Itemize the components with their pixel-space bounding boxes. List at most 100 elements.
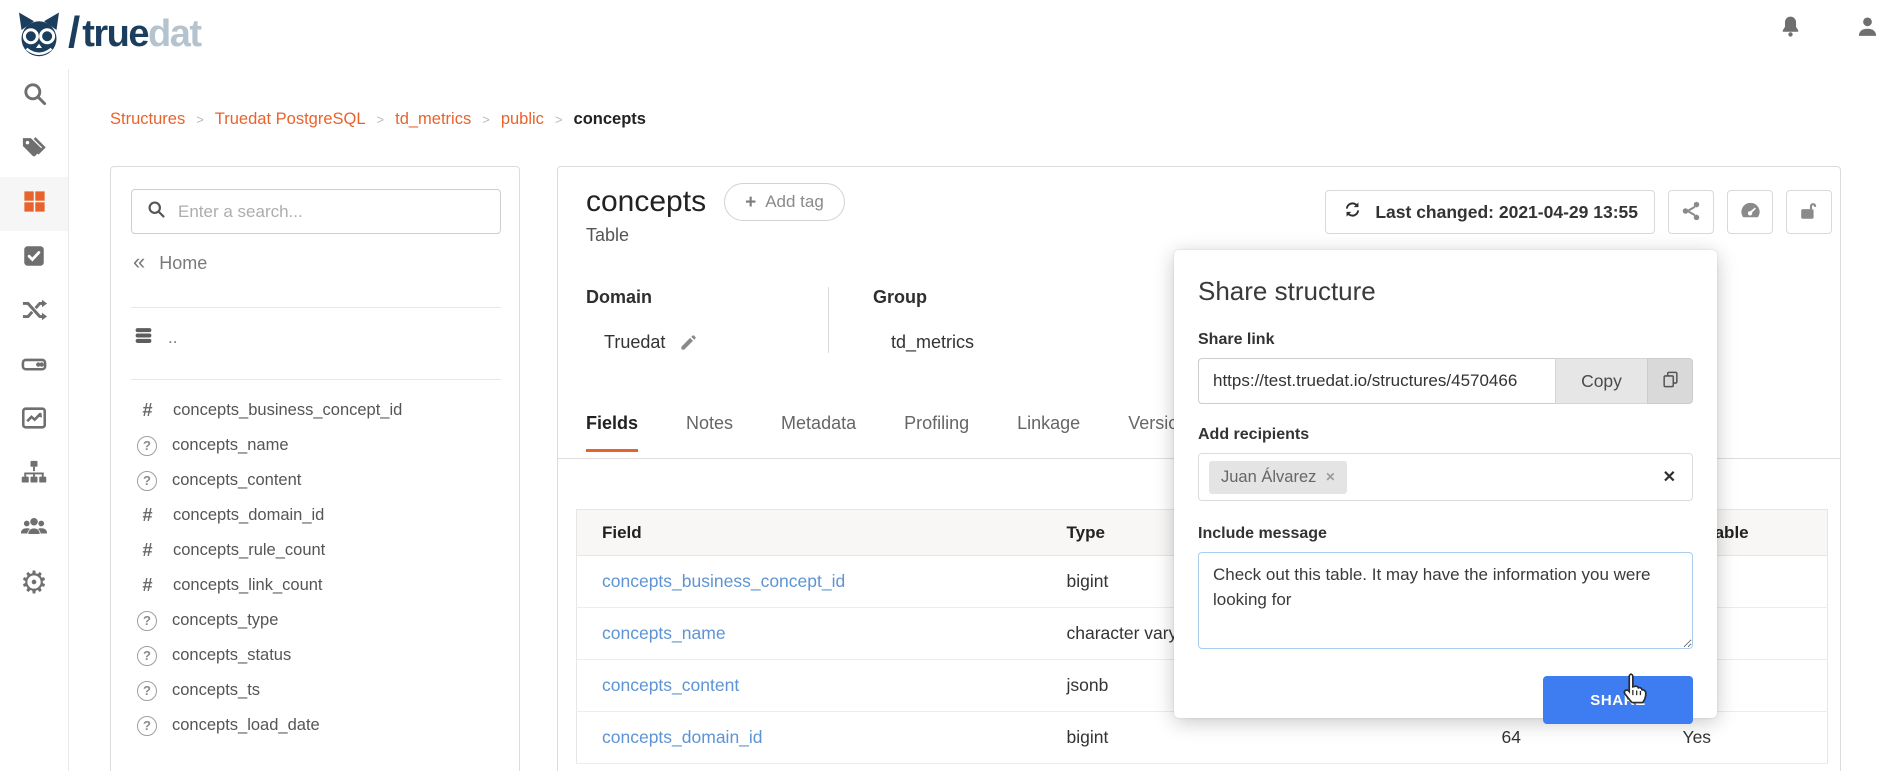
home-label: Home: [159, 253, 207, 274]
breadcrumb-link-database[interactable]: td_metrics: [395, 110, 471, 129]
logo-slash: /: [68, 8, 80, 58]
chevrons-left-icon: «: [133, 251, 145, 273]
breadcrumb: Structures > Truedat PostgreSQL > td_met…: [110, 110, 646, 129]
field-link[interactable]: concepts_content: [602, 675, 739, 695]
copy-icon-button[interactable]: [1647, 358, 1693, 404]
edit-domain-pencil-icon[interactable]: [679, 333, 698, 352]
tab-linkage[interactable]: Linkage: [1017, 413, 1080, 452]
tab-profiling[interactable]: Profiling: [904, 413, 969, 452]
notifications-bell-icon[interactable]: [1778, 14, 1803, 39]
group-label: Group: [873, 287, 974, 308]
share-submit-button[interactable]: SHARE: [1543, 676, 1693, 724]
field-list-item[interactable]: ? concepts_content: [111, 463, 519, 498]
sidebar-item-systems[interactable]: [0, 339, 68, 393]
field-list-item[interactable]: ? concepts_load_date: [111, 708, 519, 743]
field-list: # concepts_business_concept_id ? concept…: [111, 393, 519, 743]
remove-recipient-icon[interactable]: ✕: [1325, 470, 1335, 484]
unlock-icon-button[interactable]: [1786, 190, 1832, 234]
question-icon: ?: [137, 611, 157, 631]
search-box: [131, 189, 501, 234]
tab-notes[interactable]: Notes: [686, 413, 733, 452]
clear-recipients-icon[interactable]: ✕: [1663, 467, 1676, 487]
share-link-group: Copy: [1198, 358, 1693, 404]
drive-icon: [20, 350, 48, 383]
users-icon: [19, 511, 49, 546]
tab-metadata[interactable]: Metadata: [781, 413, 856, 452]
structure-actions: Last changed: 2021-04-29 13:55: [1325, 190, 1832, 234]
field-list-label: concepts_rule_count: [173, 541, 325, 560]
search-icon: [21, 80, 48, 112]
quality-dashboard-button[interactable]: [1727, 190, 1773, 234]
field-list-item[interactable]: # concepts_domain_id: [111, 498, 519, 533]
home-nav[interactable]: « Home: [133, 253, 207, 274]
field-link[interactable]: concepts_business_concept_id: [602, 571, 845, 591]
field-link[interactable]: concepts_name: [602, 623, 726, 643]
sidebar-item-taxonomy[interactable]: [0, 447, 68, 501]
sitemap-icon: [20, 458, 48, 491]
tab-fields[interactable]: Fields: [586, 413, 638, 452]
copy-icon: [1661, 370, 1680, 392]
parent-folder-nav[interactable]: ..: [133, 325, 177, 351]
field-list-item[interactable]: ? concepts_status: [111, 638, 519, 673]
sidebar-item-settings[interactable]: ⚙: [0, 555, 68, 609]
search-icon: [146, 199, 166, 224]
question-icon: ?: [137, 716, 157, 736]
recipients-input[interactable]: Juan Álvarez ✕ ✕: [1198, 453, 1693, 501]
refresh-icon: [1342, 199, 1363, 225]
field-list-label: concepts_domain_id: [173, 506, 324, 525]
sidebar-item-search[interactable]: [0, 69, 68, 123]
field-list-item[interactable]: ? concepts_name: [111, 428, 519, 463]
sidebar-item-users[interactable]: [0, 501, 68, 555]
breadcrumb-link-schema[interactable]: public: [501, 110, 544, 129]
plus-icon: +: [745, 193, 756, 212]
group-value: td_metrics: [891, 332, 974, 353]
header-actions: [1778, 14, 1880, 39]
check-square-icon: [21, 243, 47, 274]
recipients-label: Add recipients: [1198, 426, 1693, 444]
structure-type-label: Table: [586, 225, 629, 246]
share-structure-button[interactable]: [1668, 190, 1714, 234]
breadcrumb-separator: >: [196, 112, 204, 127]
field-list-label: concepts_link_count: [173, 576, 323, 595]
domain-group-section: Domain Truedat Group td_metrics: [586, 287, 1044, 353]
question-icon: ?: [137, 681, 157, 701]
message-textarea[interactable]: Check out this table. It may have the in…: [1198, 552, 1693, 649]
sidebar-item-quality[interactable]: [0, 231, 68, 285]
add-tag-button[interactable]: + Add tag: [724, 183, 845, 221]
field-list-label: concepts_name: [172, 436, 289, 455]
field-list-item[interactable]: # concepts_link_count: [111, 568, 519, 603]
breadcrumb-link-structures[interactable]: Structures: [110, 110, 185, 129]
share-structure-modal: Share structure Share link Copy Add reci…: [1174, 250, 1717, 718]
copy-button[interactable]: Copy: [1555, 358, 1647, 404]
field-link[interactable]: concepts_domain_id: [602, 727, 763, 747]
sidebar-item-structures[interactable]: [0, 177, 68, 231]
shuffle-icon: [20, 296, 48, 329]
last-changed-button[interactable]: Last changed: 2021-04-29 13:55: [1325, 190, 1655, 234]
field-list-label: concepts_business_concept_id: [173, 401, 402, 420]
user-avatar-icon[interactable]: [1855, 14, 1880, 39]
structure-search-input[interactable]: [178, 202, 486, 222]
sidebar-item-lineage[interactable]: [0, 285, 68, 339]
page-title: concepts: [586, 185, 706, 219]
field-list-label: concepts_content: [172, 471, 301, 490]
divider: [131, 379, 501, 380]
field-list-label: concepts_status: [172, 646, 291, 665]
last-changed-label: Last changed: 2021-04-29 13:55: [1375, 202, 1638, 223]
modal-title: Share structure: [1198, 276, 1693, 307]
breadcrumb-separator: >: [377, 112, 385, 127]
owl-logo-icon: [14, 10, 64, 60]
field-list-item[interactable]: ? concepts_ts: [111, 673, 519, 708]
hash-icon: #: [137, 540, 158, 561]
sidebar-rail: ⚙: [0, 69, 69, 771]
field-list-item[interactable]: ? concepts_type: [111, 603, 519, 638]
breadcrumb-link-system[interactable]: Truedat PostgreSQL: [215, 110, 366, 129]
parent-folder-label: ..: [168, 328, 177, 348]
recipient-chip-name: Juan Álvarez: [1221, 468, 1316, 487]
sidebar-item-dashboards[interactable]: [0, 393, 68, 447]
share-link-input[interactable]: [1198, 358, 1555, 404]
field-list-item[interactable]: # concepts_rule_count: [111, 533, 519, 568]
gauge-icon: [1739, 199, 1762, 225]
sidebar-item-tags[interactable]: [0, 123, 68, 177]
field-list-label: concepts_load_date: [172, 716, 320, 735]
field-list-item[interactable]: # concepts_business_concept_id: [111, 393, 519, 428]
